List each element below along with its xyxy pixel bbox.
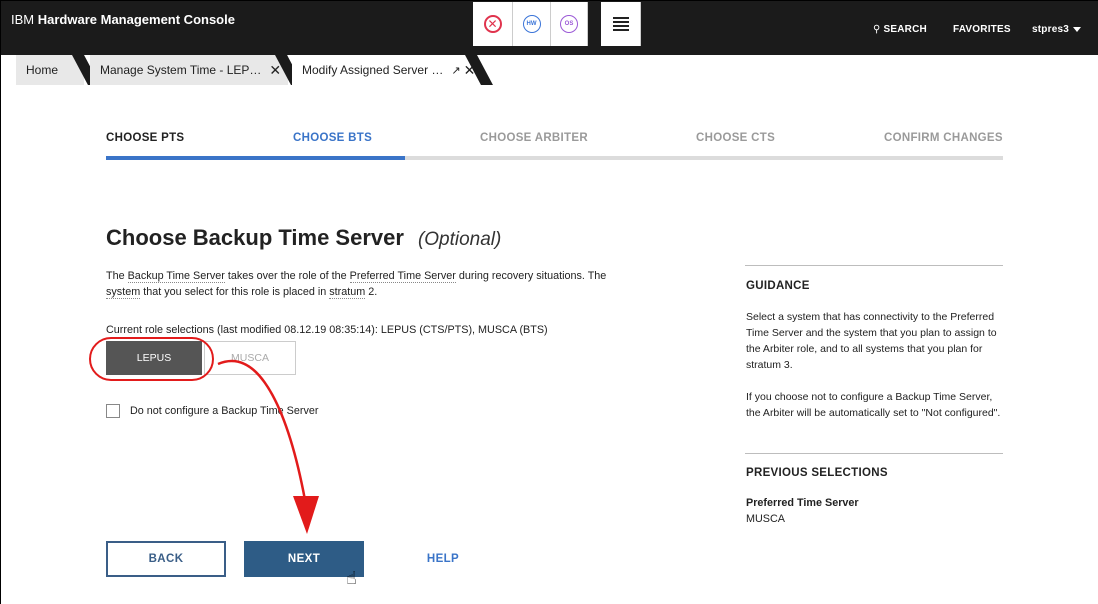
help-link[interactable]: HELP: [423, 541, 463, 577]
guidance-paragraph-2: If you choose not to configure a Backup …: [746, 391, 1001, 419]
guidance-divider: [745, 265, 1003, 266]
annotation-arrow-line: [217, 359, 307, 501]
annotation-arrow: [217, 359, 319, 534]
hand-pointer-cursor-icon: ☝: [346, 568, 357, 588]
guidance-heading: GUIDANCE: [746, 280, 810, 292]
previous-selection-value: MUSCA: [746, 513, 785, 525]
previous-selections-divider: [745, 453, 1003, 454]
back-button[interactable]: BACK: [106, 541, 226, 577]
guidance-paragraph-1: Select a system that has connectivity to…: [746, 311, 997, 371]
previous-selections-heading: PREVIOUS SELECTIONS: [746, 467, 888, 479]
previous-selection-label: Preferred Time Server: [746, 497, 859, 509]
annotation-arrow-head: [293, 496, 319, 534]
